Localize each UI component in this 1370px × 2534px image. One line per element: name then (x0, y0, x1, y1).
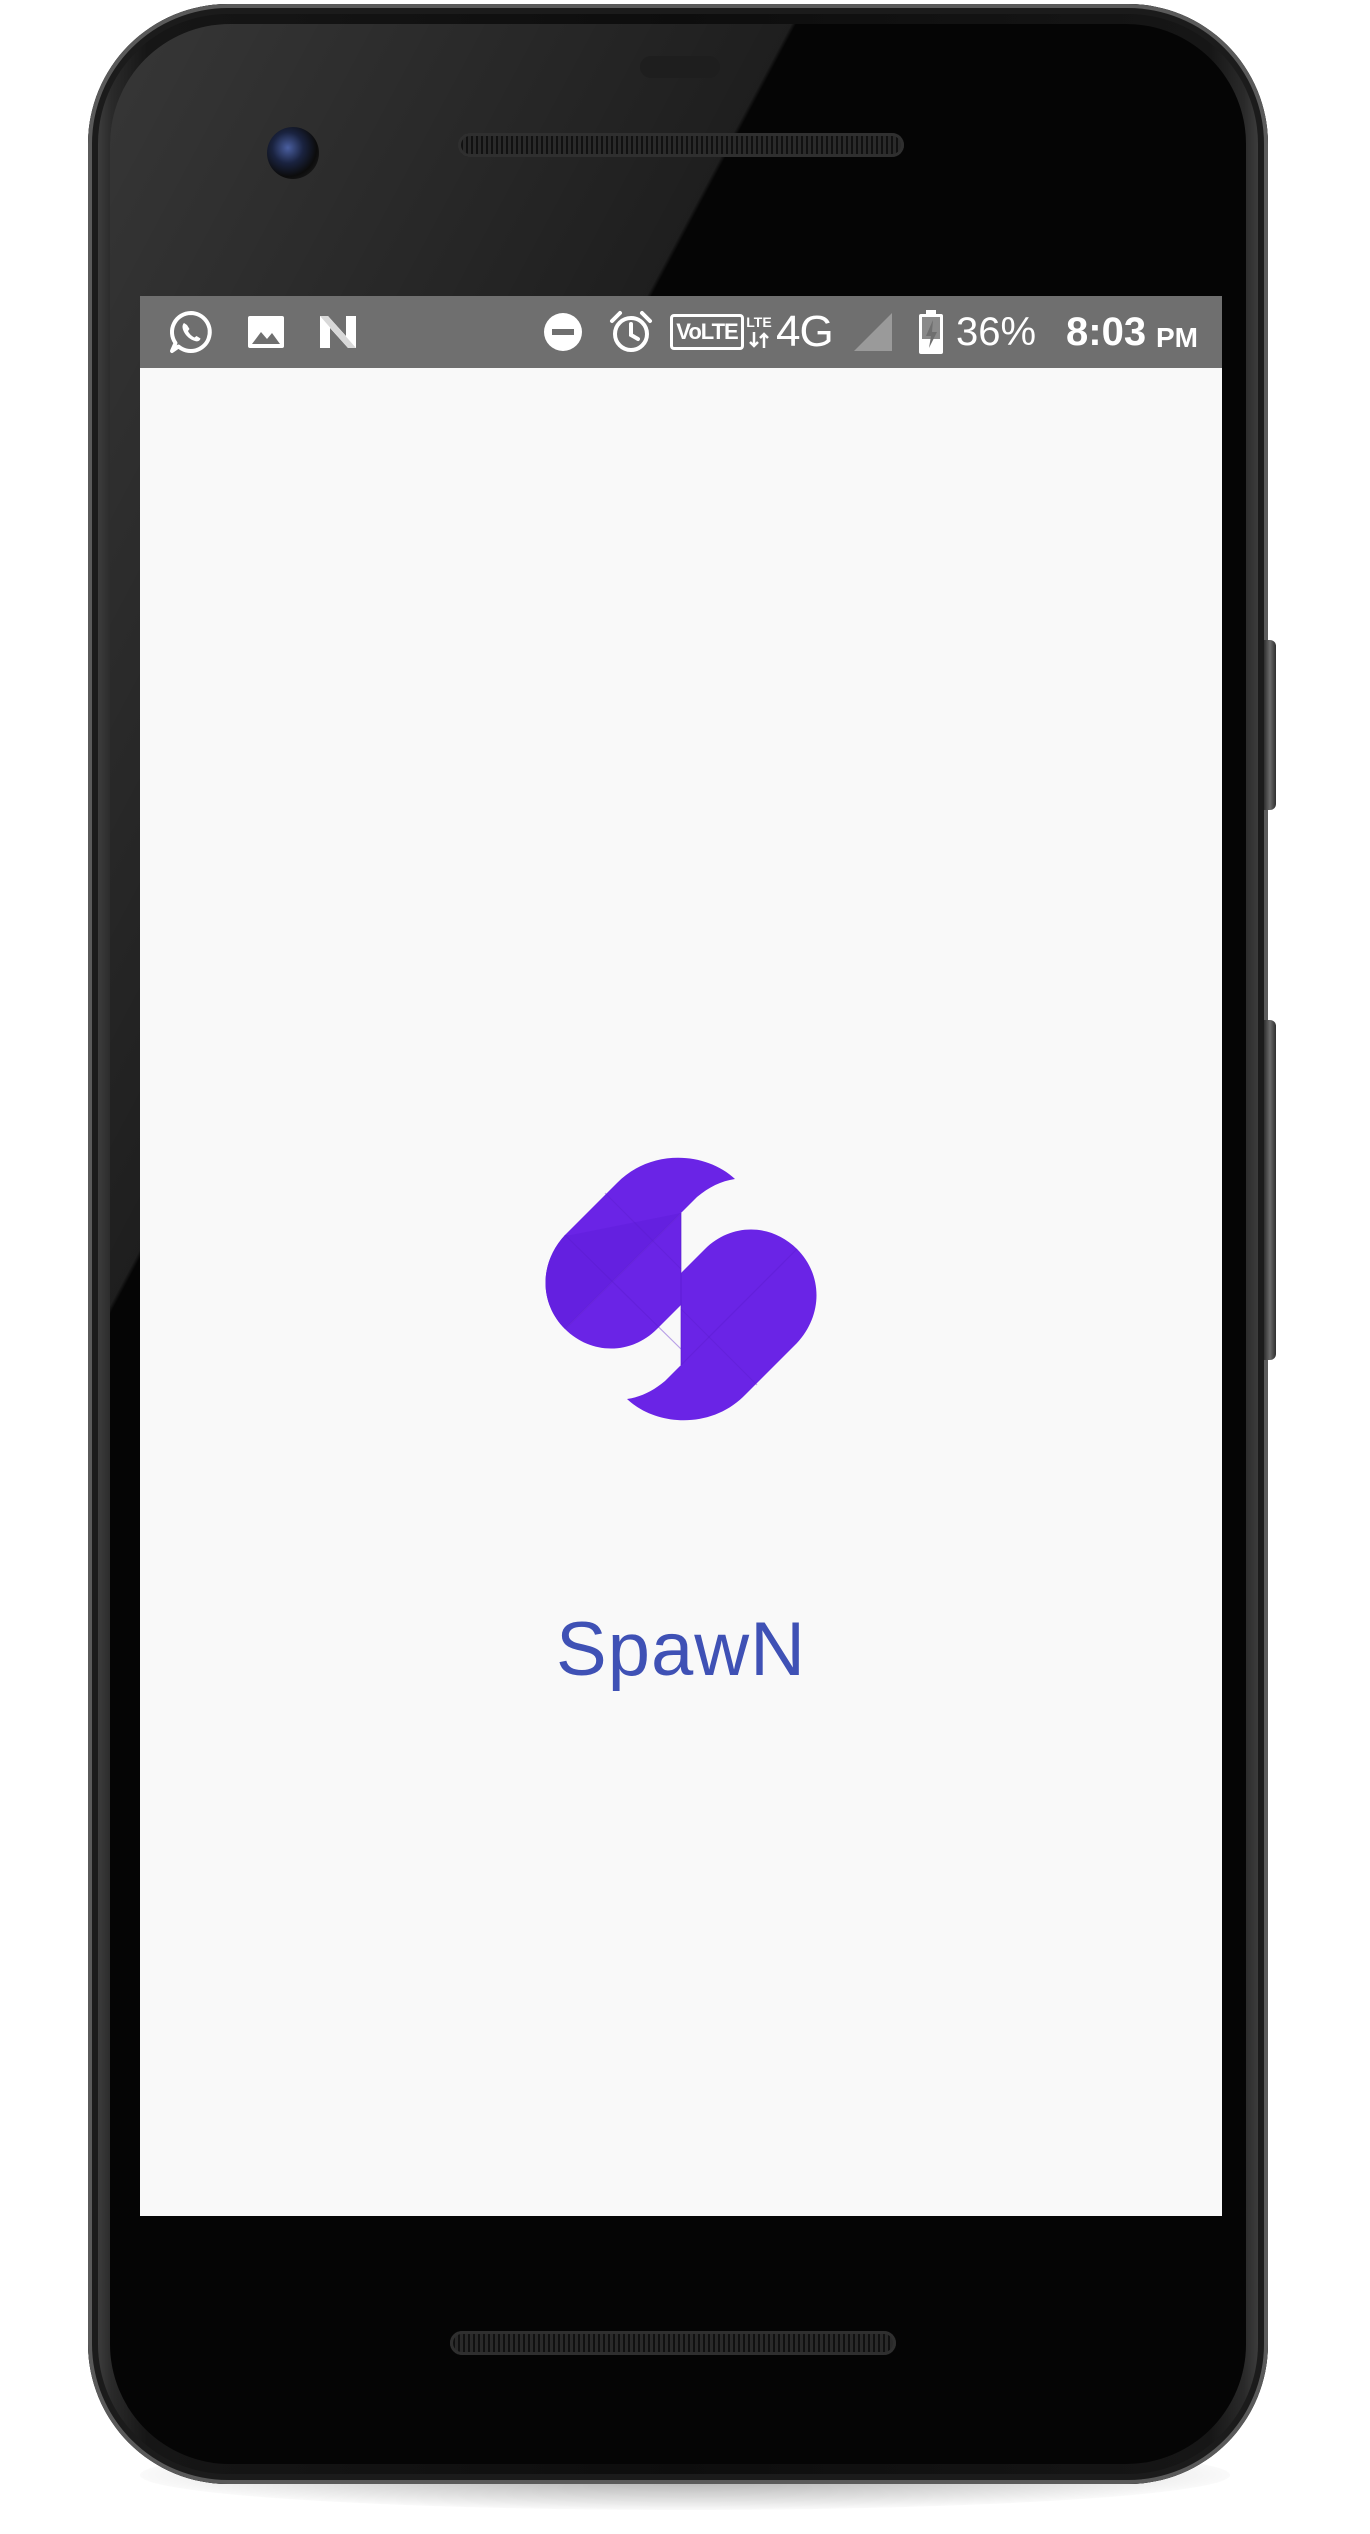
signal-strength-icon (850, 308, 896, 356)
network-type: 4G (776, 307, 834, 356)
volume-button (1264, 1020, 1276, 1360)
n-app-icon (314, 308, 362, 356)
clock-ampm: PM (1156, 322, 1198, 353)
lte-label: LTE (746, 314, 772, 330)
splash-screen: SpawN (140, 368, 1222, 2216)
battery-percent: 36% (956, 310, 1037, 354)
top-sensor-slot (640, 56, 720, 78)
power-button (1264, 640, 1276, 810)
volte-label: VoLTE (676, 319, 738, 344)
alarm-clock-icon (606, 308, 656, 356)
earpiece-speaker (458, 133, 904, 157)
bottom-speaker (450, 2331, 896, 2355)
lte-data-icon: LTE (744, 308, 774, 356)
app-name-title: SpawN (556, 1607, 806, 1692)
gallery-image-icon (244, 308, 288, 356)
clock-time: 8:03 (1066, 310, 1147, 354)
phone-screen: VoLTE LTE 4G 36% 8:03 PM SpawN (140, 296, 1222, 2216)
volte-icon: VoLTE (670, 308, 744, 356)
device-mockup: VoLTE LTE 4G 36% 8:03 PM SpawN (0, 0, 1370, 2534)
front-camera (267, 127, 319, 179)
spawn-logo-icon (545, 1153, 817, 1425)
do-not-disturb-icon (540, 308, 586, 356)
battery-charging-icon (916, 308, 946, 356)
status-bar: VoLTE LTE 4G 36% 8:03 PM (140, 296, 1222, 368)
whatsapp-icon (166, 308, 216, 356)
